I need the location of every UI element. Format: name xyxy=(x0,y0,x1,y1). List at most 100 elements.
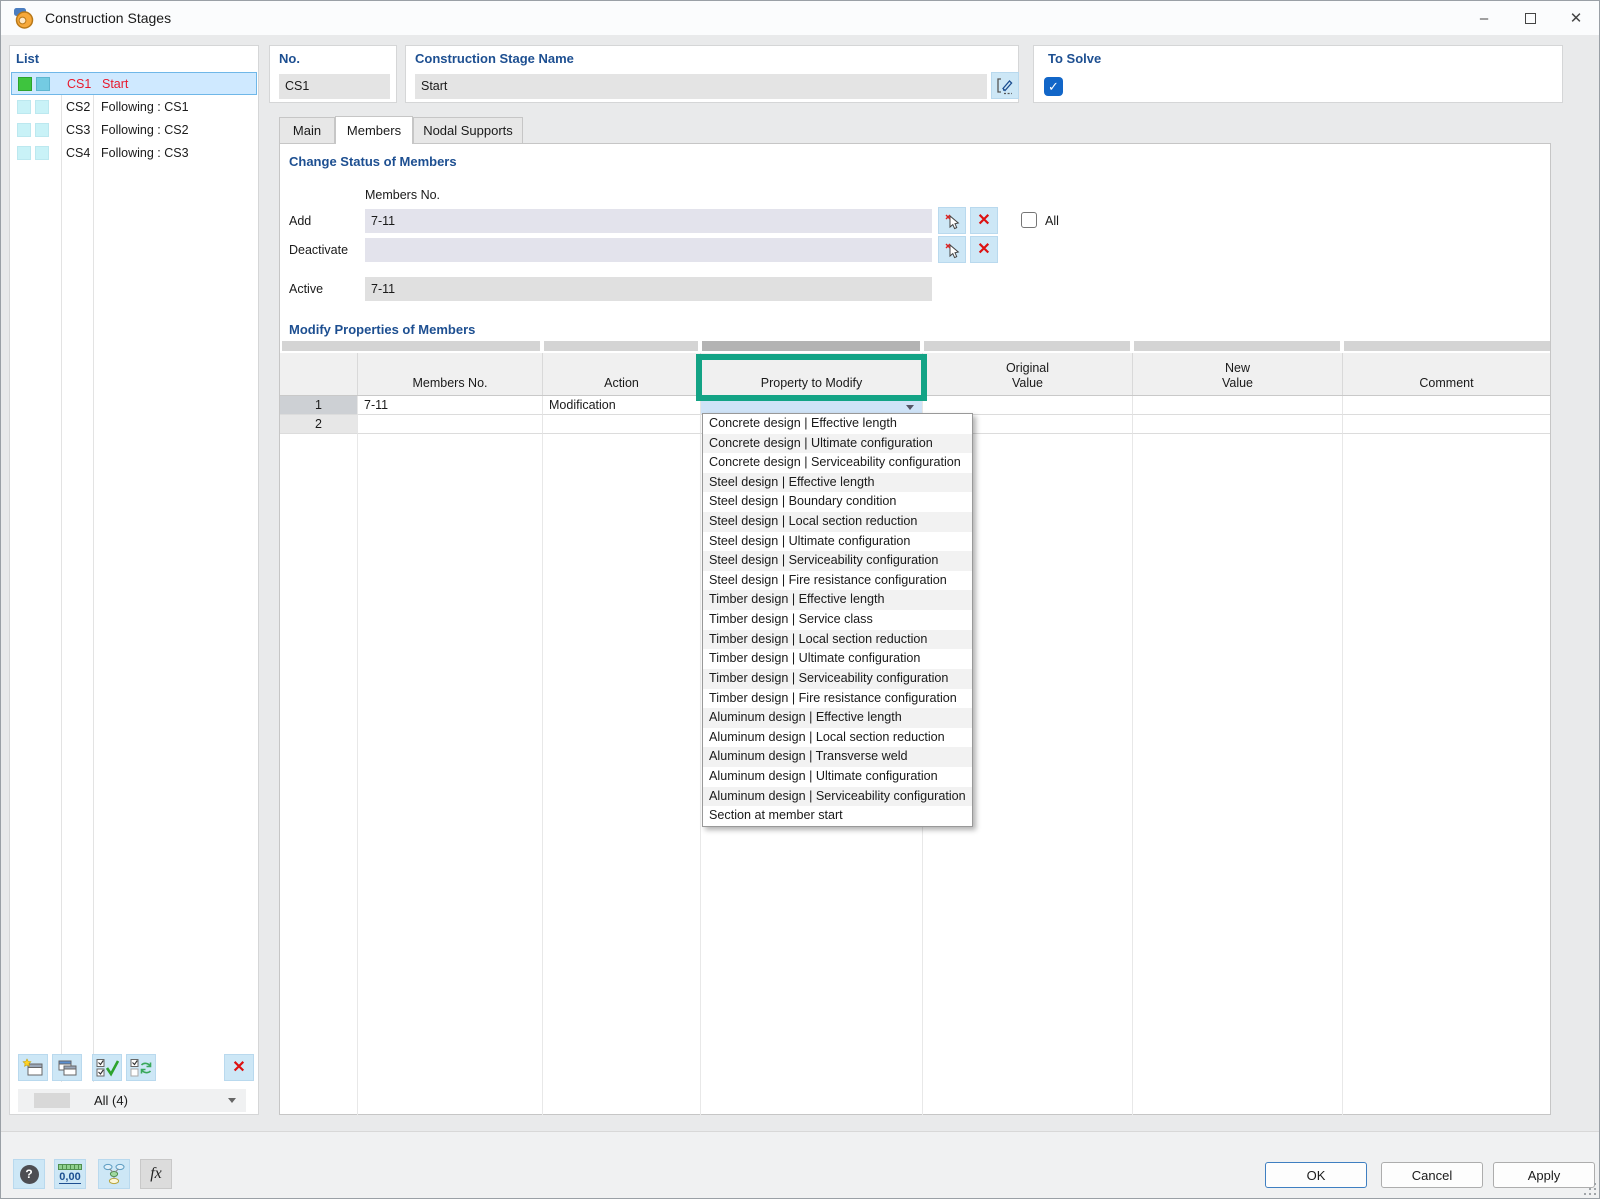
formula-button[interactable]: fx xyxy=(140,1159,172,1189)
property-option[interactable]: Timber design | Fire resistance configur… xyxy=(703,689,972,709)
row-2-number[interactable]: 2 xyxy=(280,415,357,434)
stage-name-label: Construction Stage Name xyxy=(415,51,574,66)
deactivate-label: Deactivate xyxy=(289,243,348,257)
column-strip xyxy=(924,341,1130,351)
row-1-number[interactable]: 1 xyxy=(280,396,357,415)
list-item-cs1[interactable]: CS1 Start xyxy=(11,72,257,95)
property-option[interactable]: Concrete design | Ultimate configuration xyxy=(703,434,972,454)
copy-stage-button[interactable] xyxy=(52,1054,82,1081)
maximize-icon xyxy=(1525,13,1536,24)
header-label: New xyxy=(1225,361,1250,376)
property-option[interactable]: Aluminum design | Serviceability configu… xyxy=(703,787,972,807)
delete-x-icon: ✕ xyxy=(977,213,990,229)
header-label: Members No. xyxy=(412,376,487,391)
filter-swatch-icon xyxy=(34,1093,70,1108)
header-label: Value xyxy=(1012,376,1043,391)
toggle-checks-icon xyxy=(129,1058,153,1078)
apply-button[interactable]: Apply xyxy=(1493,1162,1595,1188)
invert-checks-button[interactable] xyxy=(126,1054,156,1081)
stage-name-panel: Construction Stage Name Start xyxy=(405,45,1019,103)
tab-nodal-supports[interactable]: Nodal Supports xyxy=(413,117,523,143)
property-option[interactable]: Timber design | Local section reduction xyxy=(703,630,972,650)
members-no-label: Members No. xyxy=(365,188,440,202)
stage-active-swatch-icon xyxy=(17,100,31,114)
list-item-cs2[interactable]: CS2 Following : CS1 xyxy=(11,96,257,119)
to-solve-checkbox[interactable]: ✓ xyxy=(1044,77,1063,96)
column-strip xyxy=(1344,341,1550,351)
stage-id: CS1 xyxy=(67,77,91,91)
maximize-button[interactable] xyxy=(1507,1,1553,35)
row-1-members-no[interactable]: 7-11 xyxy=(357,396,542,415)
header-label: Value xyxy=(1222,376,1253,391)
help-button[interactable]: ? xyxy=(13,1159,45,1189)
onion-skin-button[interactable] xyxy=(98,1159,130,1189)
modify-members-title: Modify Properties of Members xyxy=(289,322,475,337)
rename-stage-button[interactable] xyxy=(991,72,1019,99)
to-solve-label: To Solve xyxy=(1048,51,1101,66)
stage-active-swatch-icon xyxy=(17,146,31,160)
property-option[interactable]: Aluminum design | Local section reductio… xyxy=(703,728,972,748)
add-clear-button[interactable]: ✕ xyxy=(970,207,998,234)
tab-main[interactable]: Main xyxy=(279,117,335,143)
list-item-cs3[interactable]: CS3 Following : CS2 xyxy=(11,119,257,142)
minimize-button[interactable]: – xyxy=(1461,1,1507,35)
select-cursor-icon xyxy=(943,241,961,259)
deactivate-members-input[interactable] xyxy=(365,238,932,262)
ok-button[interactable]: OK xyxy=(1265,1162,1367,1188)
property-option[interactable]: Concrete design | Serviceability configu… xyxy=(703,453,972,473)
stage-filter-select[interactable]: All (4) xyxy=(18,1089,246,1112)
property-option[interactable]: Steel design | Local section reduction xyxy=(703,512,972,532)
row-2-action[interactable] xyxy=(542,415,700,434)
row-2-members-no[interactable] xyxy=(357,415,542,434)
property-option[interactable]: Steel design | Effective length xyxy=(703,473,972,493)
header-comment: Comment xyxy=(1342,353,1550,396)
header-label: Property to Modify xyxy=(761,376,862,391)
add-all-checkbox[interactable] xyxy=(1021,212,1037,228)
stage-state-swatch-icon xyxy=(35,123,49,137)
property-option[interactable]: Concrete design | Effective length xyxy=(703,414,972,434)
deactivate-clear-button[interactable]: ✕ xyxy=(970,236,998,263)
add-members-input[interactable]: 7-11 xyxy=(365,209,932,233)
row-1-action[interactable]: Modification xyxy=(542,396,700,415)
check-all-stages-button[interactable] xyxy=(92,1054,122,1081)
header-label: Original xyxy=(1006,361,1049,376)
no-label: No. xyxy=(279,51,300,66)
stage-state-swatch-icon xyxy=(35,100,49,114)
delete-stage-button[interactable]: ✕ xyxy=(224,1054,254,1081)
new-window-star-icon xyxy=(22,1058,44,1078)
property-option[interactable]: Timber design | Ultimate configuration xyxy=(703,649,972,669)
add-select-in-model-button[interactable] xyxy=(938,207,966,234)
property-option[interactable]: Steel design | Fire resistance configura… xyxy=(703,571,972,591)
property-option[interactable]: Steel design | Ultimate configuration xyxy=(703,532,972,552)
cancel-button[interactable]: Cancel xyxy=(1381,1162,1483,1188)
stage-name-input[interactable]: Start xyxy=(415,74,987,99)
delete-x-icon: ✕ xyxy=(977,242,990,258)
list-item-cs4[interactable]: CS4 Following : CS3 xyxy=(11,142,257,165)
row-2-comment[interactable] xyxy=(1342,415,1550,434)
stage-no-field: CS1 xyxy=(279,74,390,99)
property-option[interactable]: Aluminum design | Ultimate configuration xyxy=(703,767,972,787)
active-label: Active xyxy=(289,282,323,296)
construction-stages-icon xyxy=(13,7,35,29)
list-title: List xyxy=(16,51,39,66)
title-bar: Construction Stages – ✕ xyxy=(1,1,1599,35)
row-1-new-value[interactable] xyxy=(1132,396,1342,415)
new-stage-button[interactable] xyxy=(18,1054,48,1081)
filter-label: All (4) xyxy=(94,1093,128,1108)
close-button[interactable]: ✕ xyxy=(1553,1,1599,35)
property-option[interactable]: Aluminum design | Transverse weld xyxy=(703,747,972,767)
stage-id: CS4 xyxy=(66,146,90,160)
row-1-comment[interactable] xyxy=(1342,396,1550,415)
property-option[interactable]: Section at member start xyxy=(703,806,972,826)
resize-grip[interactable] xyxy=(1583,1182,1596,1195)
property-option[interactable]: Steel design | Boundary condition xyxy=(703,492,972,512)
tab-members[interactable]: Members xyxy=(335,116,413,144)
row-2-new-value[interactable] xyxy=(1132,415,1342,434)
property-option[interactable]: Timber design | Serviceability configura… xyxy=(703,669,972,689)
property-option[interactable]: Aluminum design | Effective length xyxy=(703,708,972,728)
property-option[interactable]: Timber design | Effective length xyxy=(703,590,972,610)
property-option[interactable]: Steel design | Serviceability configurat… xyxy=(703,551,972,571)
property-option[interactable]: Timber design | Service class xyxy=(703,610,972,630)
units-settings-button[interactable]: 0,00 xyxy=(54,1159,86,1189)
deactivate-select-in-model-button[interactable] xyxy=(938,236,966,263)
